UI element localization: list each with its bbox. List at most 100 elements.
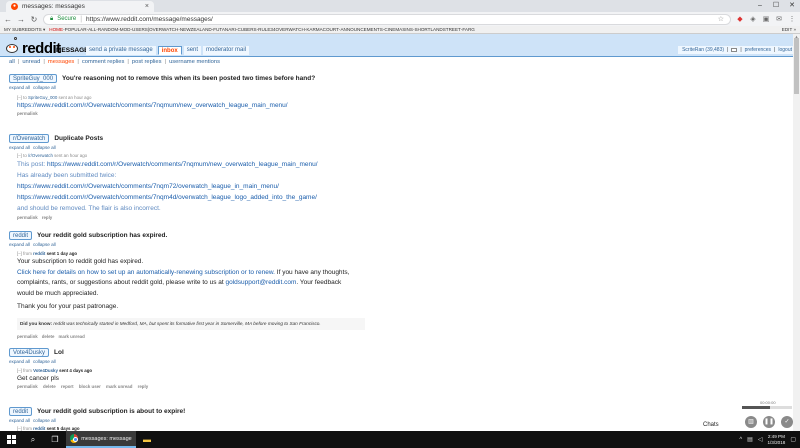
search-icon[interactable]: ⌕ [22,431,44,448]
reload-icon[interactable]: ↻ [30,15,38,24]
srbar-item[interactable]: CINEMASINS [384,27,413,32]
mail-icon[interactable] [731,48,738,52]
srbar-item[interactable]: ANNOUNCEMENTS [340,27,382,32]
message-link[interactable]: https://www.reddit.com/r/Overwatch/comme… [47,161,318,168]
expand-all-link[interactable]: expand all [9,242,30,247]
srbar-item[interactable]: NEWZEALAND [180,27,212,32]
expand-all-link[interactable]: expand all [9,85,30,90]
srbar-item[interactable]: RANDOM [98,27,118,32]
srbar-item[interactable]: MOD [120,27,131,32]
message-link[interactable]: https://www.reddit.com/r/Overwatch/comme… [17,102,288,109]
forward-icon[interactable]: → [17,15,25,24]
srbar-item[interactable]: ALL [88,27,96,32]
srbar-item[interactable]: OVERWATCH [149,27,178,32]
permalink-button[interactable]: permalink [17,384,38,389]
extension-icon[interactable]: ▣ [762,15,770,23]
srbar-item[interactable]: RULE34OVERWATCH [258,27,305,32]
filter-messages[interactable]: messages [48,59,74,65]
srbar-item[interactable]: SHORTLANDSTREET [414,27,460,32]
chat-pause-icon[interactable]: ❚❚ [763,416,775,428]
filter-unread[interactable]: unread [22,59,40,65]
tab-moderator-mail[interactable]: moderator mail [203,46,250,55]
thread-author[interactable]: r/Overwatch [9,134,50,143]
collapse-all-link[interactable]: collapse all [33,418,56,423]
message-link[interactable]: https://www.reddit.com/r/Overwatch/comme… [17,183,279,190]
delete-button[interactable]: delete [43,384,56,389]
delete-button[interactable]: delete [42,334,55,339]
message-link[interactable]: https://www.reddit.com/r/Overwatch/comme… [17,194,317,201]
tab-close-icon[interactable]: × [145,3,149,10]
srbar-item[interactable]: HOME [49,27,63,32]
renew-link[interactable]: Click here for details on how to set up … [17,269,275,276]
volume-icon[interactable]: ◁ [758,436,763,443]
tray-chevron-icon[interactable]: ^ [739,437,742,443]
expand-all-link[interactable]: expand all [9,418,30,423]
logout-link[interactable]: logout [778,47,792,53]
collapse-toggle[interactable]: [–] to [17,95,27,100]
collapse-toggle[interactable]: [–] to [17,153,27,158]
message-user[interactable]: SpriteGuy_000 [28,95,57,100]
collapse-all-link[interactable]: collapse all [33,85,56,90]
chat-check-icon[interactable]: ✓ [781,416,793,428]
reply-button[interactable]: reply [138,384,149,389]
mark-unread-button[interactable]: mark unread [106,384,132,389]
permalink-button[interactable]: permalink [17,111,38,116]
task-view-icon[interactable]: ❐ [44,431,66,448]
collapse-all-link[interactable]: collapse all [33,242,56,247]
address-bar[interactable]: 🔒︎ Secure | https://www.reddit.com/messa… [43,13,731,25]
expand-all-link[interactable]: expand all [9,359,30,364]
message-user[interactable]: /r/Overwatch [28,153,53,158]
taskbar-chrome-app[interactable]: messages: message... [66,431,136,448]
chats-label[interactable]: Chats [703,422,719,428]
collapse-toggle[interactable]: [–] from [17,251,32,256]
minimize-icon[interactable]: – [752,0,768,12]
thread-author[interactable]: reddit [9,407,33,416]
permalink-button[interactable]: permalink [17,334,38,339]
collapse-all-link[interactable]: collapse all [33,359,56,364]
scrollbar-thumb[interactable] [794,38,799,94]
thread-author[interactable]: reddit [9,231,33,240]
srbar-edit[interactable]: EDIT » [782,27,796,32]
collapse-toggle[interactable]: [–] from [17,368,32,373]
maximize-icon[interactable]: ☐ [768,0,784,12]
preferences-link[interactable]: preferences [745,47,771,53]
collapse-all-link[interactable]: collapse all [33,145,56,150]
tab-send-private-message[interactable]: send a private message [86,46,156,55]
filter-comment-replies[interactable]: comment replies [82,59,125,65]
back-icon[interactable]: ← [4,15,12,24]
report-button[interactable]: report [61,384,74,389]
close-window-icon[interactable]: ✕ [784,0,800,12]
tab-sent[interactable]: sent [183,46,202,55]
srbar-item[interactable]: KARMACOURT [306,27,339,32]
notifications-icon[interactable]: ▢ [790,436,796,443]
message-user[interactable]: reddit [33,251,45,256]
file-explorer-icon[interactable]: ▬ [136,431,158,448]
reddit-wordmark[interactable]: reddit [22,40,61,57]
extension-icon[interactable]: ◆ [736,15,744,23]
start-button[interactable] [0,431,22,448]
tab-inbox[interactable]: inbox [157,46,182,55]
thread-author[interactable]: SpriteGuy_000 [9,74,58,83]
expand-all-link[interactable]: expand all [9,145,30,150]
chat-settings-icon[interactable]: ▥ [745,416,757,428]
permalink-button[interactable]: permalink [17,215,38,220]
browser-tab[interactable]: ● messages: messages × [6,1,154,12]
bookmark-star-icon[interactable]: ☆ [718,15,724,23]
extension-icon[interactable]: ◈ [749,15,757,23]
menu-icon[interactable]: ⋮ [788,15,796,23]
mark-unread-button[interactable]: mark unread [58,334,84,339]
network-icon[interactable]: ▤ [747,436,753,443]
reply-button[interactable]: reply [42,215,53,220]
filter-username-mentions[interactable]: username mentions [169,59,220,65]
srbar-item[interactable]: FUTANARI [213,27,236,32]
srbar-item[interactable]: USERS [132,27,148,32]
snoo-logo-icon[interactable] [5,35,19,56]
message-user[interactable]: Vote4Dusky [33,368,58,373]
email-link[interactable]: goldsupport@reddit.com [225,279,296,286]
block-user-button[interactable]: block user [79,384,101,389]
taskbar-clock[interactable]: 2:49 PM 1/3/2018 [767,434,785,446]
filter-post-replies[interactable]: post replies [132,59,162,65]
filter-all[interactable]: all [9,59,15,65]
username-link[interactable]: ScriteRan (39,483) [682,47,724,53]
extension-icon[interactable]: ✉ [775,15,783,23]
